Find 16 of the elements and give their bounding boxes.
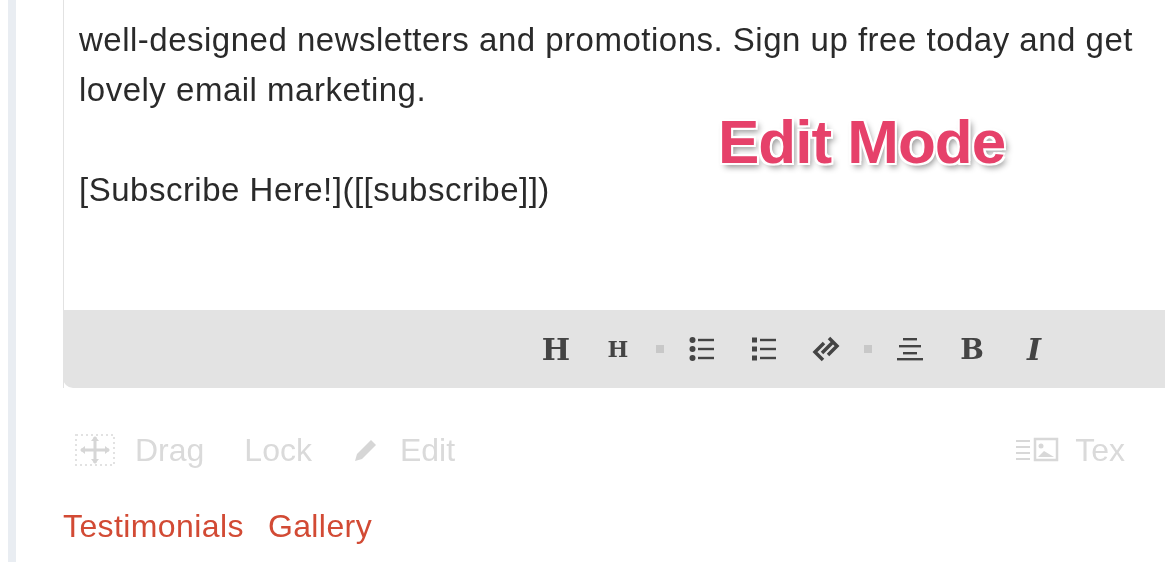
numbered-list-icon bbox=[751, 336, 777, 362]
edit-mode-label: Edit Mode bbox=[718, 106, 1006, 177]
editor-text-line: lovely email marketing. bbox=[79, 70, 428, 110]
italic-button[interactable]: I bbox=[1003, 324, 1065, 374]
text-image-icon bbox=[1015, 437, 1060, 463]
page-link[interactable]: Testimonials bbox=[63, 508, 244, 545]
subheading-button[interactable]: H bbox=[587, 324, 649, 374]
editor-text-line: well-designed newsletters and promotions. Sign up free today and get bbox=[79, 20, 1134, 60]
bold-button[interactable]: B bbox=[941, 324, 1003, 374]
bullet-list-icon bbox=[689, 336, 715, 362]
move-icon bbox=[75, 434, 115, 466]
align-center-icon bbox=[896, 336, 924, 362]
heading-button[interactable]: H bbox=[525, 324, 587, 374]
editor-text-line: [Subscribe Here!]([[subscribe]]) bbox=[79, 170, 551, 210]
broken-link-icon bbox=[812, 335, 840, 363]
page-link[interactable]: Gallery bbox=[267, 508, 373, 545]
